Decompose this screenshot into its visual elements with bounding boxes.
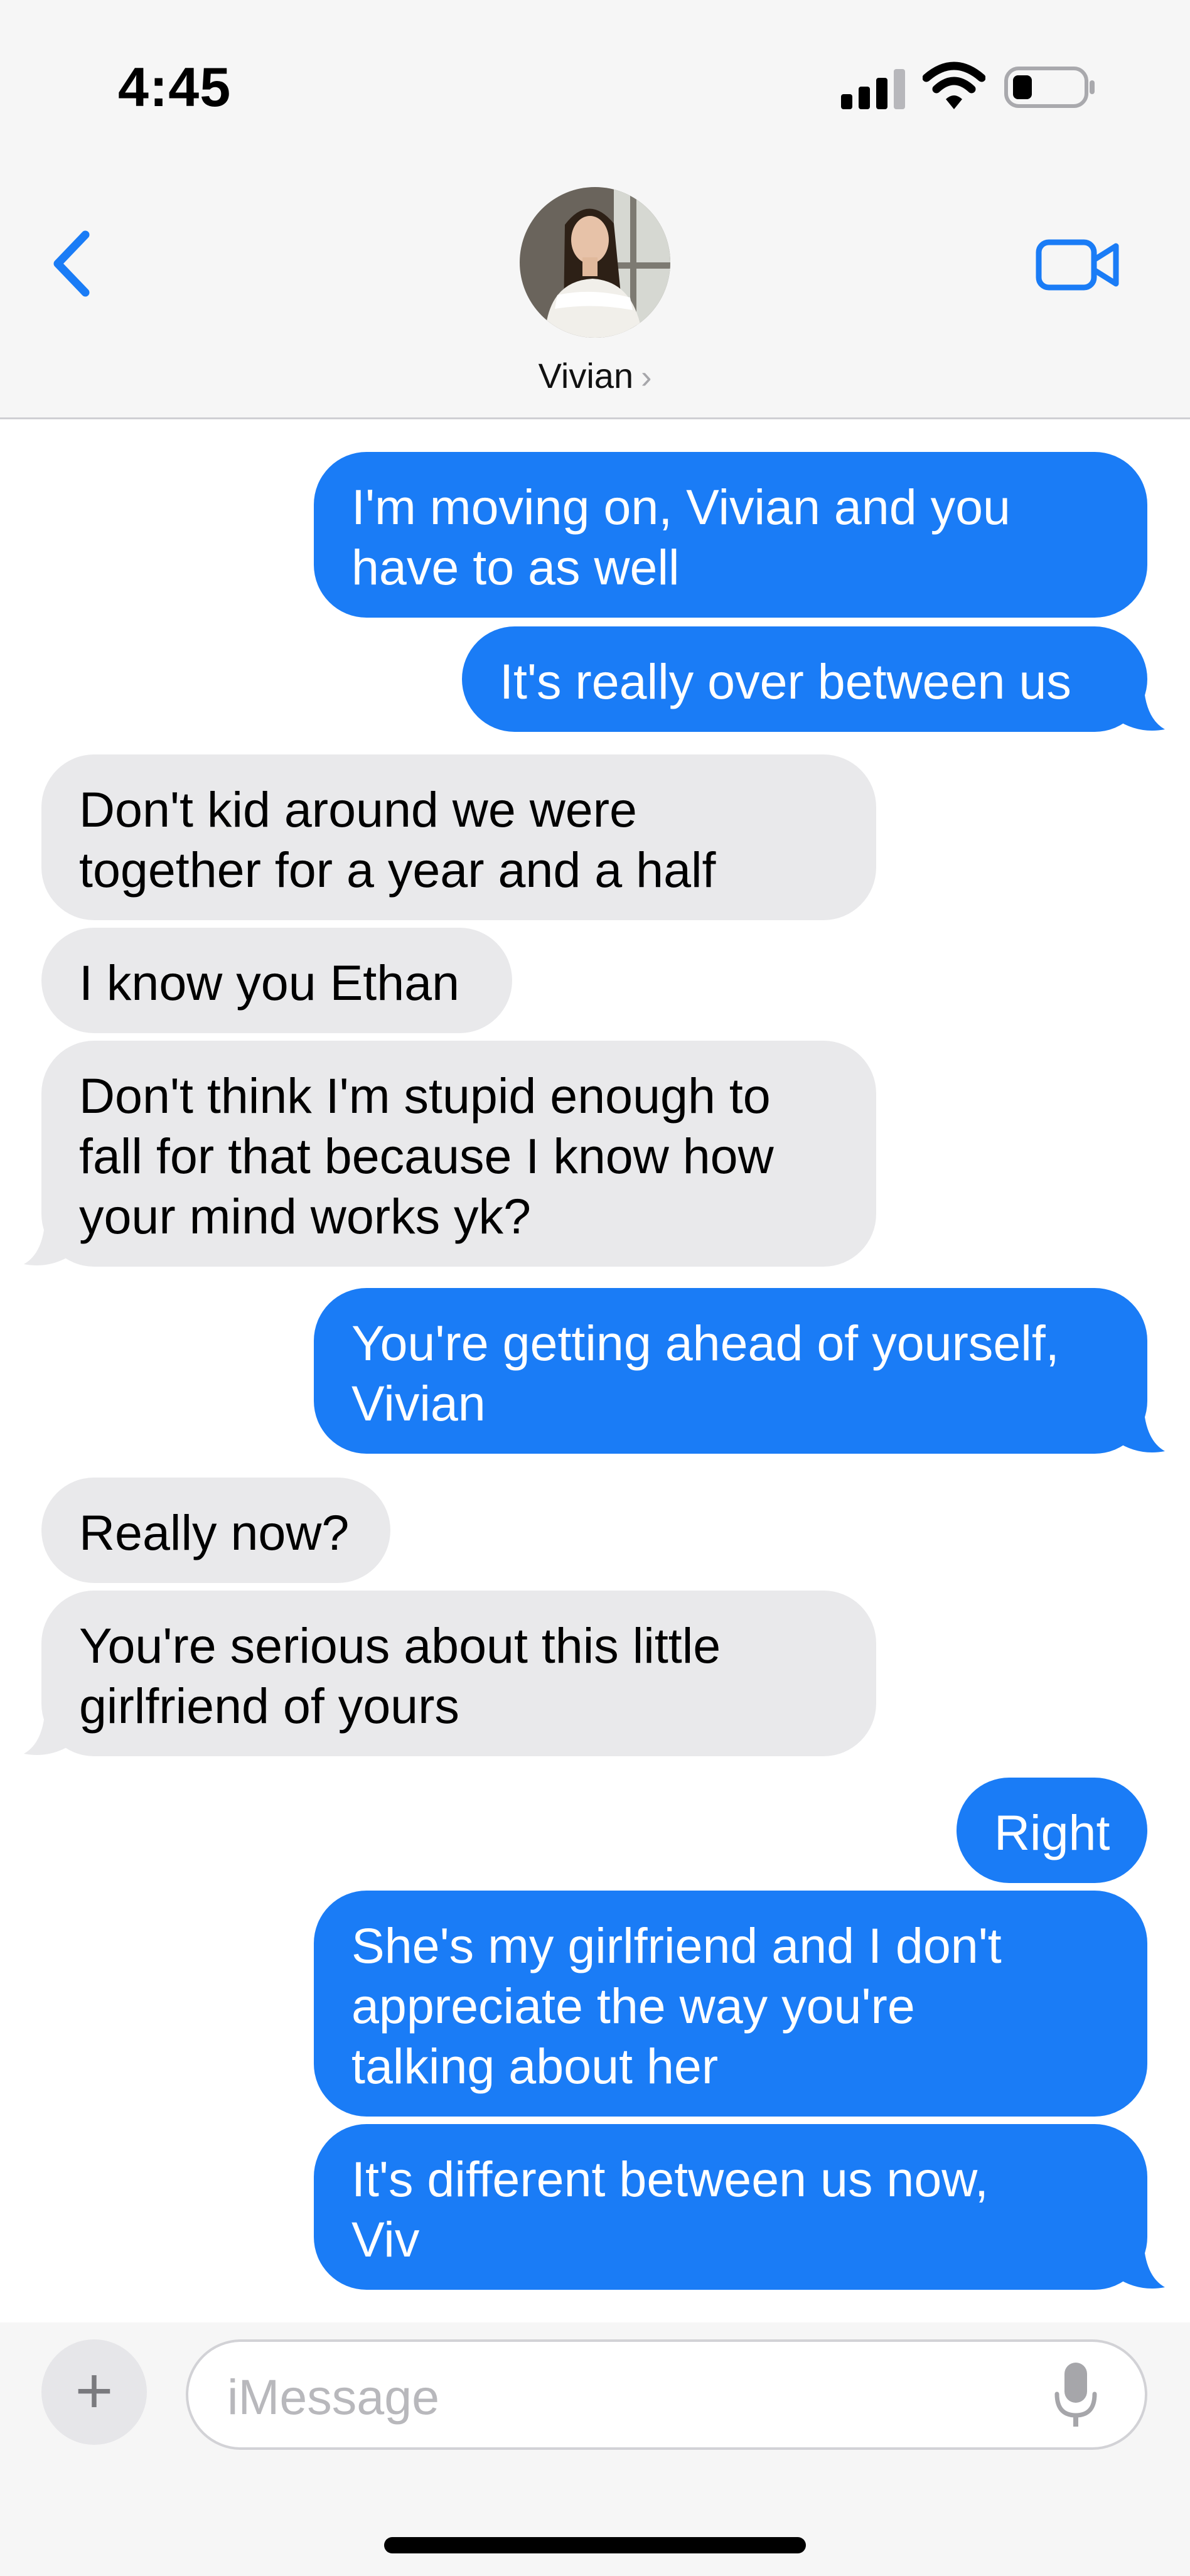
received-bubble-tail [24,1216,73,1265]
sent-message-bubble[interactable]: It's different between us now, Viv [314,2124,1147,2290]
battery-icon [1004,67,1095,108]
facetime-video-icon[interactable] [1036,233,1121,296]
sent-message-bubble[interactable]: She's my girlfriend and I don't appreciat… [314,1891,1147,2117]
message-line: Vivian [351,1375,486,1431]
signal-icon [841,69,905,109]
message-line: together for a year and a half [79,842,716,898]
message-input-placeholder: iMessage [227,2369,440,2425]
received-message-bubble[interactable]: I know you Ethan [41,928,512,1033]
message-line: I'm moving on, Vivian and you [351,479,1010,535]
contact-name: Vivian [538,356,634,395]
message-line: It's different between us now, [351,2151,989,2207]
message-line: have to as well [351,539,680,595]
avatar-photo [520,187,670,338]
message-line: I know you Ethan [79,955,460,1011]
received-message-bubble[interactable]: Don't kid around we were together for a y… [41,754,876,920]
conversation-header: 4:45 Vivian › [0,0,1190,419]
chevron-right-icon: › [641,359,652,395]
sent-bubble-tail [1116,1403,1165,1452]
plus-icon: + [75,2354,114,2427]
message-line: You're getting ahead of yourself, [351,1315,1059,1371]
sent-bubble-tail [1116,2240,1165,2289]
sent-bubble-tail [1116,682,1165,731]
message-line: Don't think I'm stupid enough to [79,1068,771,1124]
message-line: Don't kid around we were [79,781,637,837]
sent-message-bubble[interactable]: It's really over between us [462,626,1147,732]
received-message-bubble[interactable]: You're serious about this little girlfrie… [41,1591,876,1756]
sent-message-bubble[interactable]: I'm moving on, Vivian and you have to as … [314,452,1147,618]
message-line: your mind works yk? [79,1188,531,1244]
message-input[interactable]: iMessage [186,2339,1147,2450]
received-message-bubble[interactable]: Don't think I'm stupid enough to fall for… [41,1041,876,1267]
message-line: girlfriend of yours [79,1678,459,1734]
back-chevron-icon[interactable] [44,226,100,301]
status-time: 4:45 [118,56,232,118]
message-line: Right [994,1805,1110,1860]
message-line: She's my girlfriend and I don't [351,1918,1002,1973]
message-line: talking about her [351,2038,719,2094]
home-indicator[interactable] [384,2537,806,2553]
contact-avatar[interactable] [520,187,670,338]
message-line: fall for that because I know how [79,1128,774,1184]
message-thread[interactable]: I'm moving on, Vivian and you have to as … [0,419,1190,2322]
sent-message-bubble[interactable]: Right [957,1778,1147,1883]
message-line: Viv [351,2211,420,2267]
received-message-bubble[interactable]: Really now? [41,1478,390,1583]
contact-name-button[interactable]: Vivian › [0,355,1190,396]
microphone-icon[interactable] [1053,2361,1098,2429]
sent-message-bubble[interactable]: You're getting ahead of yourself, Vivian [314,1288,1147,1454]
message-line: appreciate the way you're [351,1978,915,2034]
message-line: You're serious about this little [79,1618,721,1673]
plus-button[interactable]: + [41,2339,147,2445]
message-line: It's really over between us [500,653,1071,709]
wifi-icon [923,62,985,109]
message-line: Really now? [79,1505,350,1560]
received-bubble-tail [24,1706,73,1755]
